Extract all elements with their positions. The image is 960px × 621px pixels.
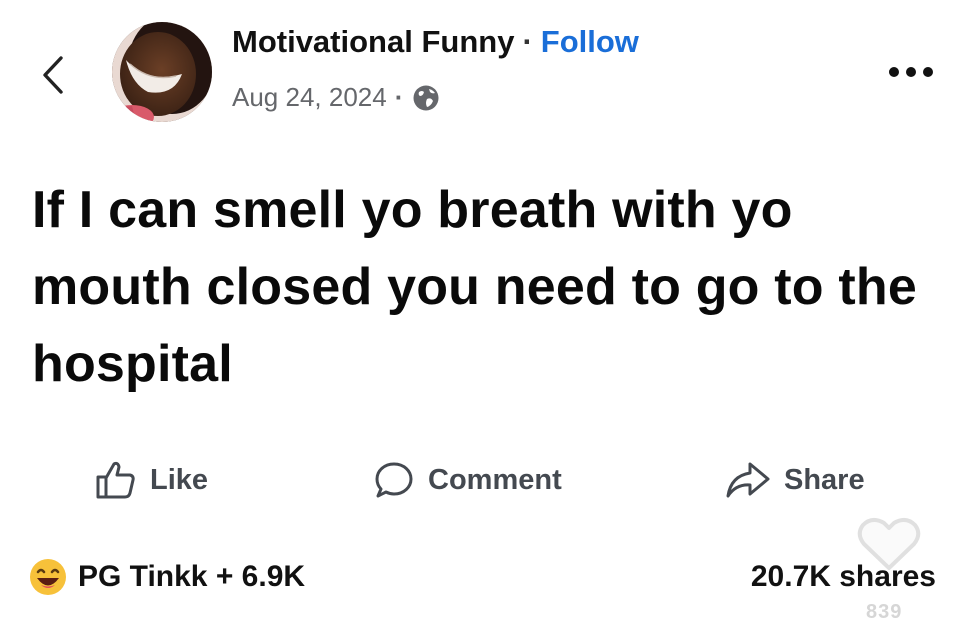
author-avatar[interactable] (112, 22, 212, 122)
post-screen: Motivational Funny · Follow Aug 24, 2024… (0, 0, 960, 621)
like-button[interactable]: Like (94, 450, 208, 510)
laughing-emoji-icon (28, 557, 68, 597)
meta-separator-dot: · (394, 82, 404, 112)
author-row: Motivational Funny · Follow (232, 24, 639, 60)
chevron-left-icon (43, 56, 63, 94)
comment-button[interactable]: Comment (372, 450, 562, 510)
comment-label: Comment (428, 463, 562, 496)
post-meta: Aug 24, 2024 · (232, 82, 441, 113)
back-button[interactable] (36, 52, 70, 98)
share-label: Share (784, 463, 865, 496)
heart-outline-icon[interactable] (854, 514, 924, 574)
post-date[interactable]: Aug 24, 2024 (232, 82, 387, 113)
reactions-text: PG Tinkk + 6.9K (78, 560, 306, 593)
share-button[interactable]: Share (724, 450, 865, 510)
globe-icon (411, 83, 441, 113)
author-name[interactable]: Motivational Funny (232, 24, 514, 60)
reactions-summary[interactable]: PG Tinkk + 6.9K (28, 557, 305, 597)
more-horizontal-icon (889, 67, 933, 77)
comment-bubble-icon (372, 458, 416, 502)
separator-dot: · (522, 24, 533, 59)
follow-button[interactable]: Follow (541, 24, 639, 60)
overlay-like-count: 839 (866, 601, 903, 621)
post-text: If I can smell yo breath with yo mouth c… (32, 181, 918, 393)
thumbs-up-icon (94, 458, 138, 502)
like-label: Like (150, 463, 209, 496)
share-arrow-icon (724, 458, 772, 502)
more-options-button[interactable] (886, 60, 936, 84)
avatar-image (112, 22, 212, 122)
